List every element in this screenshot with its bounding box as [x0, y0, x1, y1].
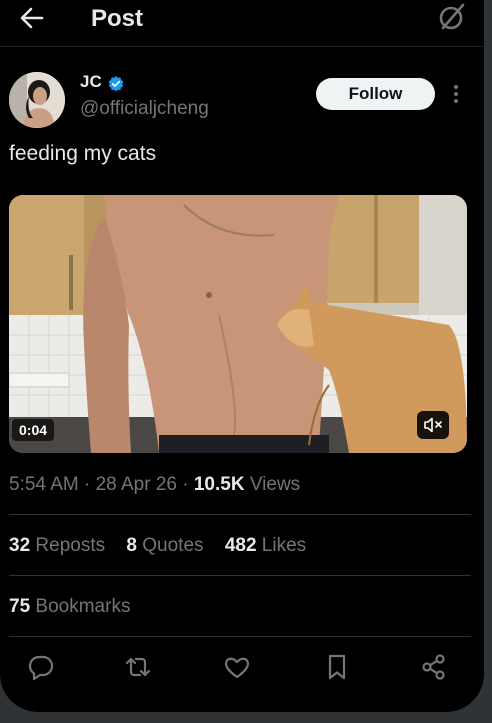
video-duration: 0:04: [12, 419, 55, 441]
page-title: Post: [91, 5, 144, 32]
arrow-left-icon[interactable]: [18, 4, 46, 32]
bookmark-icon[interactable]: [322, 652, 352, 682]
divider: [9, 514, 471, 515]
bookmarks-label: Bookmarks: [35, 596, 131, 617]
post-screen: Post JC @officialjcheng Follow feeding m…: [0, 0, 484, 712]
quotes-label: Quotes: [142, 535, 204, 556]
divider: [9, 575, 471, 576]
post-time: 5:54 AM: [9, 474, 79, 495]
quotes-stat[interactable]: 8 Quotes: [126, 535, 203, 556]
reply-icon[interactable]: [26, 652, 56, 682]
repost-icon[interactable]: [123, 652, 153, 682]
quotes-count: 8: [126, 535, 137, 556]
reposts-count: 32: [9, 535, 31, 556]
grok-icon[interactable]: [436, 2, 466, 32]
post-metadata: 5:54 AM · 28 Apr 26 · 10.5K Views: [9, 474, 300, 496]
reposts-label: Reposts: [35, 535, 106, 556]
post-text: feeding my cats: [9, 142, 157, 165]
mute-icon[interactable]: [417, 411, 449, 439]
author-handle[interactable]: @officialjcheng: [80, 98, 209, 120]
reposts-stat[interactable]: 32 Reposts: [9, 535, 105, 556]
bookmarks-count: 75: [9, 596, 31, 617]
likes-label: Likes: [261, 535, 307, 556]
engagement-stats: 32 Reposts 8 Quotes 482 Likes: [9, 535, 322, 557]
views-count: 10.5K: [193, 474, 245, 495]
top-bar: Post: [0, 0, 484, 47]
follow-button[interactable]: Follow: [316, 78, 435, 110]
action-bar: [0, 652, 484, 686]
separator-dot: ·: [182, 474, 194, 495]
divider: [9, 636, 471, 637]
bookmarks-stat[interactable]: 75 Bookmarks: [9, 596, 130, 618]
avatar[interactable]: [9, 72, 65, 128]
likes-count: 482: [224, 535, 257, 556]
post-date: 28 Apr 26: [95, 474, 177, 495]
author-name[interactable]: JC: [80, 72, 102, 92]
separator-dot: ·: [84, 474, 96, 495]
share-icon[interactable]: [419, 652, 449, 682]
like-icon[interactable]: [222, 652, 252, 682]
post-video[interactable]: [9, 195, 467, 453]
views-label: Views: [249, 474, 301, 495]
more-options-icon[interactable]: [446, 82, 466, 106]
likes-stat[interactable]: 482 Likes: [225, 535, 306, 556]
verified-badge-icon: [108, 76, 124, 92]
